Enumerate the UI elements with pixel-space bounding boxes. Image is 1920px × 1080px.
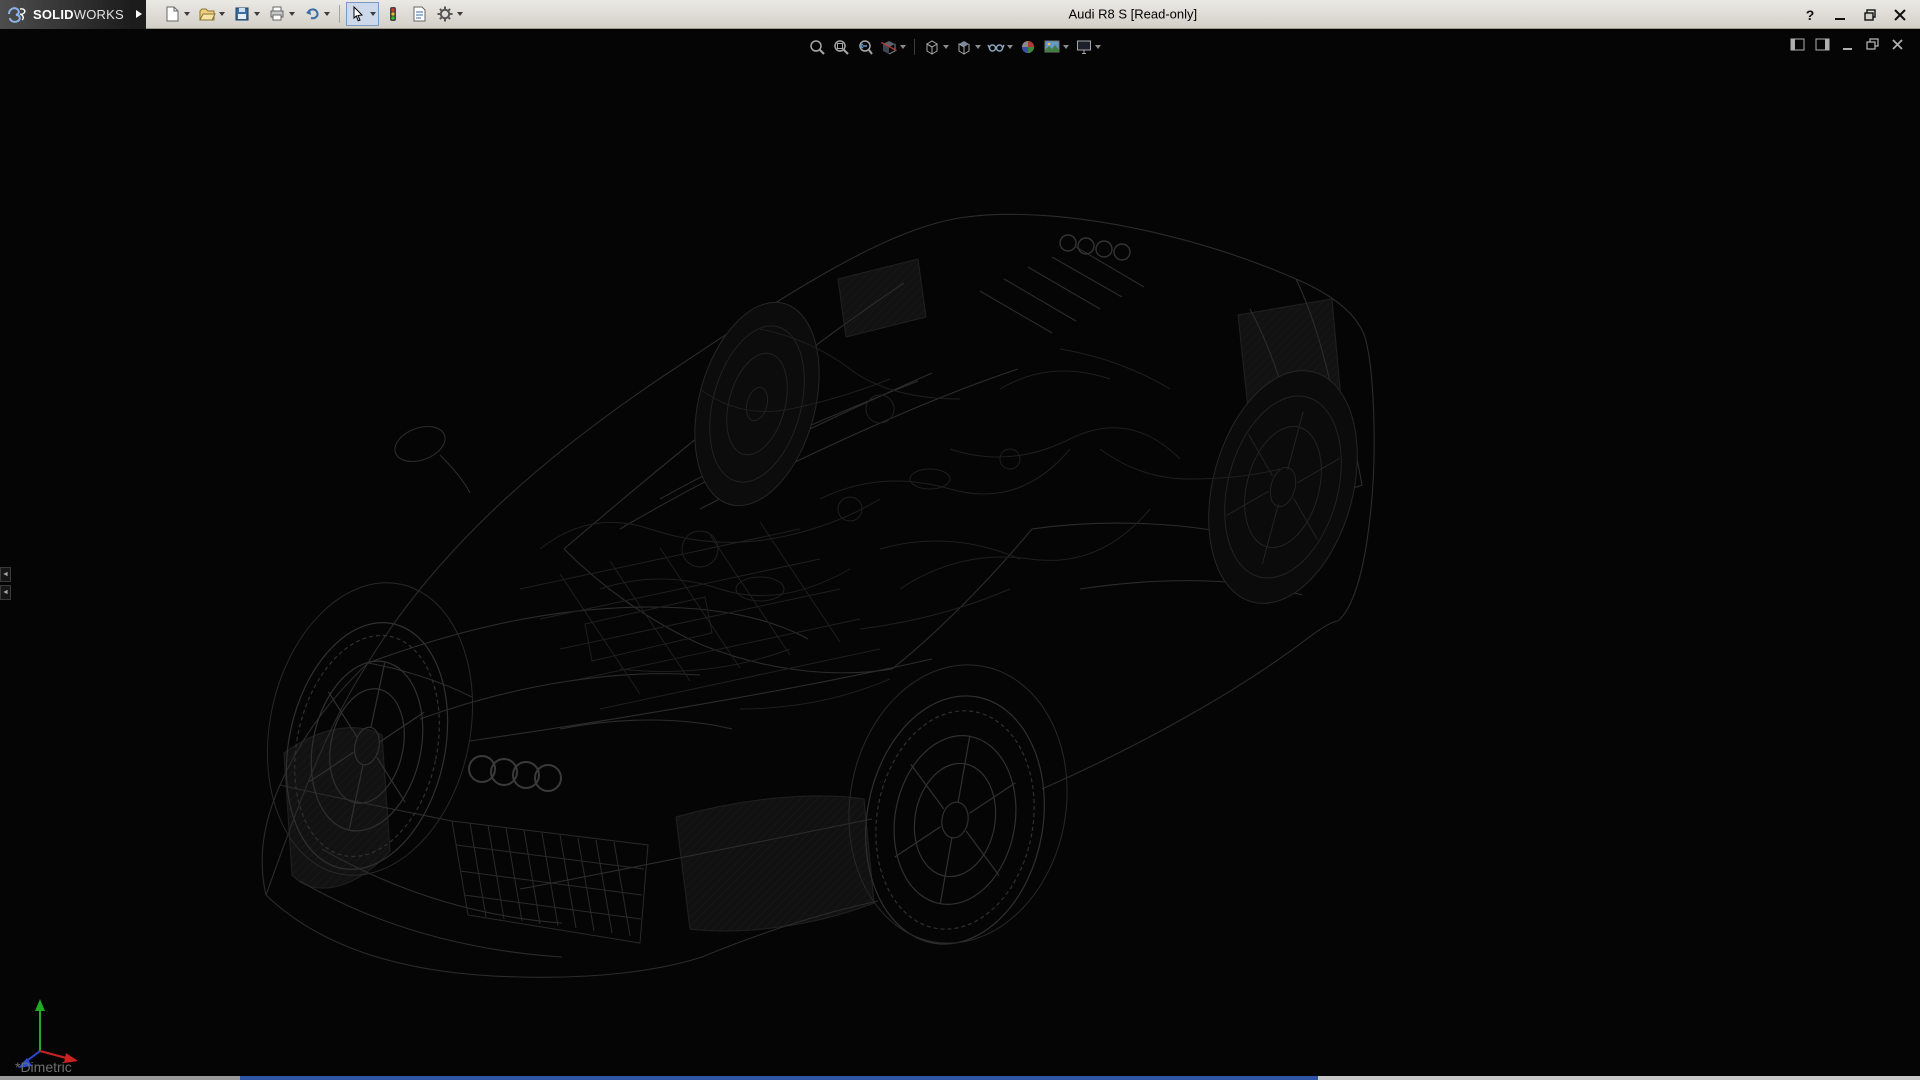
graphics-viewport[interactable]: ◄ ◄ *Dimetric [0,29,1920,1076]
gear-icon [436,5,454,23]
expand-panel-button-top[interactable]: ◄ [0,567,11,582]
dassault-swirl-icon [6,5,28,24]
taskbar-segment-left[interactable] [0,1076,240,1080]
previous-view-button[interactable] [854,34,876,60]
save-button[interactable] [230,2,263,26]
play-arrow-icon [136,10,142,18]
undo-arrow-icon [303,5,321,23]
options-button[interactable] [433,2,466,26]
taskbar-segment-right[interactable] [1318,1076,1920,1080]
restore-window-button[interactable] [1860,5,1880,25]
display-style-button[interactable] [953,34,983,60]
toolbar-separator [339,5,340,23]
menu-flyout-button[interactable] [132,0,146,29]
close-document-button[interactable] [1888,35,1906,53]
hide-show-items-button[interactable] [985,34,1015,60]
flyout-arrow-icon[interactable] [324,12,330,16]
flyout-arrow-icon[interactable] [457,12,463,16]
flyout-arrow-icon[interactable] [289,12,295,16]
toolbar-separator [914,39,915,55]
apply-scene-button[interactable] [1041,34,1071,60]
feature-panel-splitter: ◄ ◄ [0,567,11,600]
minimize-document-button[interactable] [1838,35,1856,53]
file-properties-button[interactable] [407,2,431,26]
view-settings-button[interactable] [1073,34,1103,60]
flyout-arrow-icon[interactable] [943,45,949,49]
expand-panel-button-bottom[interactable]: ◄ [0,585,11,600]
minimize-window-button[interactable] [1830,5,1850,25]
flyout-arrow-icon[interactable] [254,12,260,16]
printer-icon [268,5,286,23]
select-tool-button[interactable] [346,2,379,26]
print-button[interactable] [265,2,298,26]
open-folder-icon [198,5,216,23]
zoom-to-fit-button[interactable] [806,34,828,60]
main-toolbar [160,2,466,26]
help-button[interactable]: ? [1800,5,1820,25]
traffic-light-icon [384,5,402,23]
solidworks-wordmark: SOLIDWORKS [33,7,124,22]
window-controls: ? [1800,0,1910,29]
document-window-controls [1788,35,1906,53]
car-wireframe-model [0,29,1920,1076]
view-orientation-button[interactable] [921,34,951,60]
undo-button[interactable] [300,2,333,26]
open-document-button[interactable] [195,2,228,26]
display-pane-toggle-button[interactable] [1813,35,1831,53]
edit-appearance-button[interactable] [1017,34,1039,60]
document-title: Audi R8 S [Read-only] [1068,7,1197,22]
flyout-arrow-icon[interactable] [370,12,376,16]
restore-document-button[interactable] [1863,35,1881,53]
heads-up-toolbar [806,34,1103,60]
taskbar-segment-window[interactable] [240,1076,1318,1080]
file-properties-icon [410,5,428,23]
y-axis [35,999,45,1051]
flyout-arrow-icon[interactable] [1063,45,1069,49]
flyout-arrow-icon[interactable] [219,12,225,16]
section-view-button[interactable] [878,34,908,60]
solidworks-logo: SOLIDWORKS [0,0,132,29]
flyout-arrow-icon[interactable] [1095,45,1101,49]
taskbar-sliver [0,1076,1920,1080]
new-document-icon [163,5,181,23]
close-window-button[interactable] [1890,5,1910,25]
flyout-arrow-icon[interactable] [1007,45,1013,49]
zoom-to-area-button[interactable] [830,34,852,60]
rebuild-button[interactable] [381,2,405,26]
title-bar: SOLIDWORKS [0,0,1920,29]
feature-pane-toggle-button[interactable] [1788,35,1806,53]
flyout-arrow-icon[interactable] [975,45,981,49]
new-document-button[interactable] [160,2,193,26]
flyout-arrow-icon[interactable] [184,12,190,16]
view-orientation-label: *Dimetric [15,1059,72,1075]
cursor-arrow-icon [349,5,367,23]
flyout-arrow-icon[interactable] [900,45,906,49]
save-floppy-icon [233,5,251,23]
